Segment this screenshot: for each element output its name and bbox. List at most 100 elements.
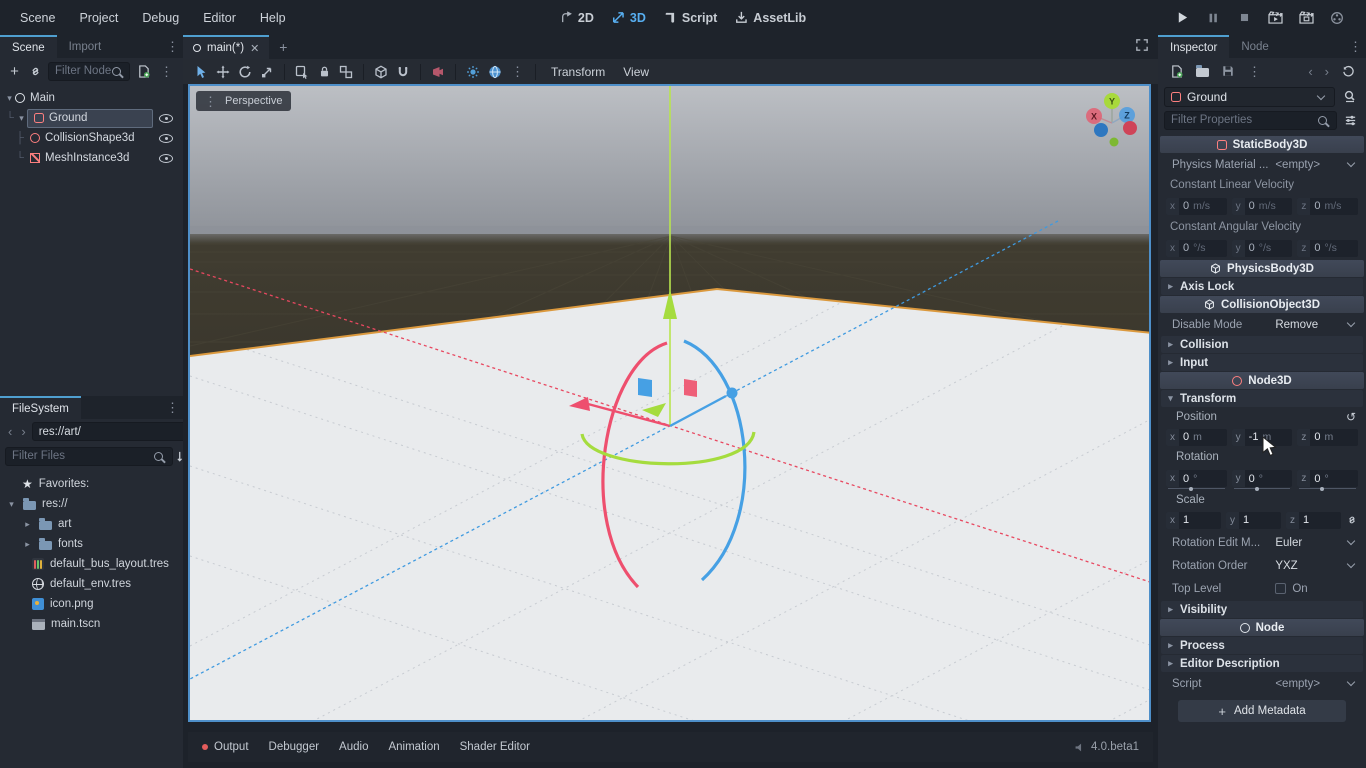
play-custom-scene-button[interactable] (1295, 7, 1317, 29)
selected-node-box[interactable]: Ground (27, 109, 153, 128)
file-row-favorites[interactable]: ★ Favorites: (0, 474, 183, 494)
category-staticbody3d[interactable]: StaticBody3D (1160, 136, 1364, 153)
visibility-toggle-icon[interactable] (159, 154, 173, 163)
play-scene-button[interactable] (1264, 7, 1286, 29)
chevron-down-icon[interactable] (1347, 159, 1355, 167)
file-row-bus-layout[interactable]: default_bus_layout.tres (0, 554, 183, 574)
x-field[interactable]: x1 (1166, 512, 1221, 529)
property-value[interactable]: YXZ (1275, 560, 1344, 572)
tree-row-collisionshape[interactable]: ├ CollisionShape3d (0, 128, 183, 148)
save-resource-button[interactable] (1218, 61, 1238, 81)
y-field[interactable]: y0m/s (1232, 198, 1293, 215)
y-field[interactable]: y0°/s (1232, 240, 1293, 257)
group-icon[interactable] (336, 62, 356, 82)
property-physics-material[interactable]: Physics Material ... <empty> (1158, 154, 1366, 175)
bottom-tab-output[interactable]: Output (214, 741, 249, 753)
z-field[interactable]: z0°/s (1297, 240, 1358, 257)
property-value[interactable]: Euler (1275, 537, 1344, 549)
menu-project[interactable]: Project (69, 7, 128, 29)
menu-scene[interactable]: Scene (10, 7, 65, 29)
menu-debug[interactable]: Debug (132, 7, 189, 29)
section-transform[interactable]: ▾Transform (1161, 390, 1363, 407)
bottom-tab-shader-editor[interactable]: Shader Editor (460, 741, 530, 753)
camera-override-icon[interactable] (428, 62, 448, 82)
link-scale-icon[interactable] (1346, 514, 1358, 526)
menu-editor[interactable]: Editor (193, 7, 246, 29)
visibility-toggle-icon[interactable] (159, 134, 173, 143)
chevron-down-icon[interactable] (1347, 560, 1355, 568)
property-rotation-order[interactable]: Rotation Order YXZ (1158, 554, 1366, 577)
section-visibility[interactable]: ▸Visibility (1161, 601, 1363, 618)
section-process[interactable]: ▸Process (1161, 637, 1363, 654)
tab-import[interactable]: Import (57, 35, 114, 58)
select-tool-button[interactable] (191, 62, 211, 82)
x-field[interactable]: x0m/s (1166, 198, 1227, 215)
section-editor-description[interactable]: ▸Editor Description (1161, 655, 1363, 672)
instance-scene-button[interactable] (27, 61, 44, 81)
file-row-icon-png[interactable]: icon.png (0, 594, 183, 614)
workspace-3d[interactable]: 3D (612, 11, 646, 25)
scale-tool-button[interactable] (257, 62, 277, 82)
bottom-tab-debugger[interactable]: Debugger (269, 741, 320, 753)
path-field[interactable] (32, 422, 200, 441)
workspace-assetlib[interactable]: AssetLib (735, 11, 806, 25)
attach-script-button[interactable] (135, 61, 152, 81)
pause-button[interactable] (1202, 7, 1224, 29)
y-field[interactable]: y1 (1226, 512, 1281, 529)
bottom-tab-animation[interactable]: Animation (388, 741, 439, 753)
property-tools-icon[interactable] (1340, 110, 1360, 130)
filter-files-input[interactable] (5, 447, 173, 466)
rotate-tool-button[interactable] (235, 62, 255, 82)
z-field[interactable]: z0m/s (1297, 198, 1358, 215)
scene-dock-menu-icon[interactable]: ⋮ (162, 40, 183, 53)
tree-row-ground[interactable]: └ ▾ Ground (0, 108, 183, 128)
property-value[interactable]: <empty> (1275, 678, 1344, 690)
preview-sunlight-icon[interactable] (463, 62, 483, 82)
category-node3d[interactable]: Node3D (1160, 372, 1364, 389)
chevron-down-icon[interactable] (1347, 319, 1355, 327)
history-forward-icon[interactable]: › (1322, 64, 1332, 79)
section-axis-lock[interactable]: ▸Axis Lock (1161, 278, 1363, 295)
history-forward-icon[interactable]: › (18, 424, 28, 439)
3d-viewport[interactable]: Y X Z ⋮ Perspective (188, 84, 1151, 722)
preview-environment-icon[interactable] (485, 62, 505, 82)
y-field[interactable]: y0° (1232, 470, 1293, 487)
tab-scene[interactable]: Scene (0, 35, 57, 58)
move-tool-button[interactable] (213, 62, 233, 82)
history-back-icon[interactable]: ‹ (1305, 64, 1315, 79)
tab-node[interactable]: Node (1229, 35, 1281, 58)
inspector-menu-icon[interactable]: ⋮ (1345, 40, 1366, 53)
new-resource-button[interactable] (1166, 61, 1186, 81)
play-button[interactable] (1171, 7, 1193, 29)
revert-icon[interactable]: ↺ (1346, 410, 1356, 424)
close-tab-icon[interactable]: ✕ (250, 42, 259, 55)
collapse-arrow-icon[interactable]: ▾ (6, 499, 17, 510)
filesystem-menu-icon[interactable]: ⋮ (162, 401, 183, 414)
top-level-checkbox[interactable] (1275, 583, 1286, 594)
open-docs-button[interactable] (1340, 87, 1360, 107)
edited-node-selector[interactable]: Ground (1164, 87, 1335, 107)
bottom-tab-audio[interactable]: Audio (339, 741, 368, 753)
tab-filesystem[interactable]: FileSystem (0, 396, 81, 419)
history-icon[interactable] (1338, 61, 1358, 81)
movie-maker-button[interactable] (1326, 7, 1348, 29)
stop-button[interactable] (1233, 7, 1255, 29)
z-field[interactable]: z0m (1297, 429, 1358, 446)
filter-properties-input[interactable] (1164, 111, 1337, 130)
file-row-res[interactable]: ▾ res:// (0, 494, 183, 514)
resource-menu-icon[interactable]: ⋮ (1244, 65, 1265, 78)
load-resource-button[interactable] (1192, 61, 1212, 81)
category-node[interactable]: Node (1160, 619, 1364, 636)
scene-tree-menu-icon[interactable]: ⋮ (156, 65, 177, 78)
property-disable-mode[interactable]: Disable Mode Remove (1158, 314, 1366, 335)
x-field[interactable]: x0°/s (1166, 240, 1227, 257)
property-script[interactable]: Script <empty> (1158, 673, 1366, 694)
workspace-2d[interactable]: 2D (560, 11, 594, 25)
property-value[interactable]: <empty> (1275, 159, 1344, 171)
property-top-level[interactable]: Top Level On (1158, 577, 1366, 600)
visibility-toggle-icon[interactable] (159, 114, 173, 123)
preview-menu-icon[interactable]: ⋮ (507, 65, 528, 78)
local-space-icon[interactable] (371, 62, 391, 82)
chevron-down-icon[interactable] (1347, 678, 1355, 686)
section-collision[interactable]: ▸Collision (1161, 336, 1363, 353)
